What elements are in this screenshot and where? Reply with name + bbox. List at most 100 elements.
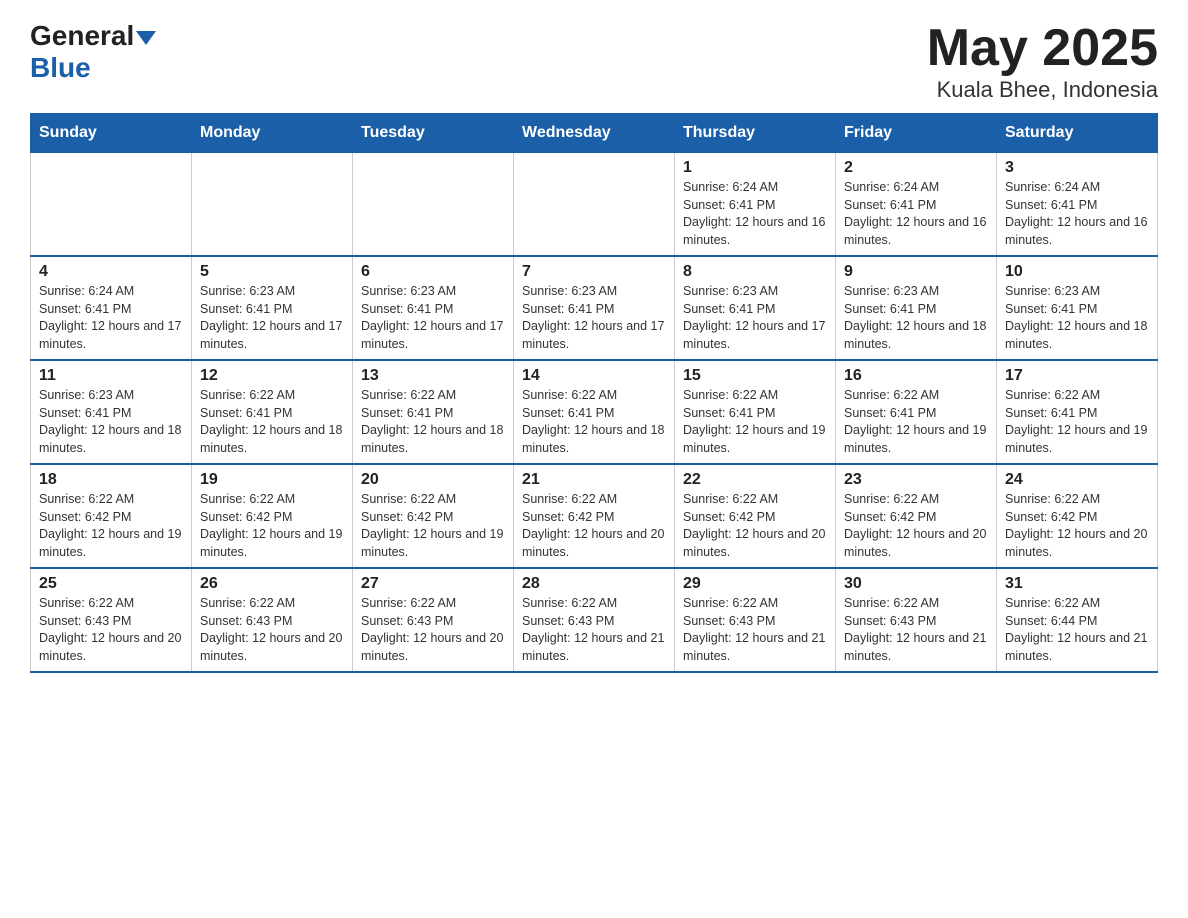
calendar-day-cell: 31 Sunrise: 6:22 AMSunset: 6:44 PMDayligh…	[997, 568, 1158, 672]
day-number: 23	[844, 471, 988, 489]
day-number: 19	[200, 471, 344, 489]
day-info: Sunrise: 6:22 AMSunset: 6:43 PMDaylight:…	[683, 595, 827, 665]
day-info: Sunrise: 6:24 AMSunset: 6:41 PMDaylight:…	[1005, 179, 1149, 249]
page-header: General Blue May 2025 Kuala Bhee, Indone…	[30, 20, 1158, 103]
calendar-day-cell: 23 Sunrise: 6:22 AMSunset: 6:42 PMDayligh…	[836, 464, 997, 568]
calendar-day-cell: 18 Sunrise: 6:22 AMSunset: 6:42 PMDayligh…	[31, 464, 192, 568]
calendar-day-cell	[31, 153, 192, 257]
calendar-day-cell: 12Sunrise: 6:22 AMSunset: 6:41 PMDayligh…	[192, 360, 353, 464]
day-of-week-header: Wednesday	[514, 114, 675, 153]
day-info: Sunrise: 6:22 AMSunset: 6:42 PMDaylight:…	[683, 491, 827, 561]
day-number: 2	[844, 159, 988, 177]
day-info: Sunrise: 6:22 AMSunset: 6:43 PMDaylight:…	[39, 595, 183, 665]
day-info: Sunrise: 6:22 AMSunset: 6:43 PMDaylight:…	[361, 595, 505, 665]
calendar-day-cell: 8Sunrise: 6:23 AMSunset: 6:41 PMDaylight…	[675, 256, 836, 360]
calendar-day-cell: 15 Sunrise: 6:22 AMSunset: 6:41 PMDayligh…	[675, 360, 836, 464]
day-info: Sunrise: 6:23 AMSunset: 6:41 PMDaylight:…	[844, 283, 988, 353]
calendar-table: SundayMondayTuesdayWednesdayThursdayFrid…	[30, 113, 1158, 673]
day-info: Sunrise: 6:22 AMSunset: 6:43 PMDaylight:…	[200, 595, 344, 665]
day-number: 16	[844, 367, 988, 385]
day-number: 13	[361, 367, 505, 385]
day-number: 4	[39, 263, 183, 281]
calendar-day-cell: 24Sunrise: 6:22 AMSunset: 6:42 PMDayligh…	[997, 464, 1158, 568]
calendar-week-row: 1 Sunrise: 6:24 AMSunset: 6:41 PMDaylight…	[31, 153, 1158, 257]
day-info: Sunrise: 6:22 AMSunset: 6:42 PMDaylight:…	[844, 491, 988, 561]
calendar-day-cell: 13 Sunrise: 6:22 AMSunset: 6:41 PMDayligh…	[353, 360, 514, 464]
calendar-week-row: 18 Sunrise: 6:22 AMSunset: 6:42 PMDayligh…	[31, 464, 1158, 568]
day-info: Sunrise: 6:22 AMSunset: 6:41 PMDaylight:…	[683, 387, 827, 457]
day-number: 15	[683, 367, 827, 385]
calendar-week-row: 11 Sunrise: 6:23 AMSunset: 6:41 PMDayligh…	[31, 360, 1158, 464]
calendar-day-cell: 25 Sunrise: 6:22 AMSunset: 6:43 PMDayligh…	[31, 568, 192, 672]
day-number: 24	[1005, 471, 1149, 489]
calendar-day-cell: 28Sunrise: 6:22 AMSunset: 6:43 PMDayligh…	[514, 568, 675, 672]
calendar-day-cell: 14Sunrise: 6:22 AMSunset: 6:41 PMDayligh…	[514, 360, 675, 464]
calendar-day-cell: 1Sunrise: 6:24 AMSunset: 6:41 PMDaylight…	[675, 153, 836, 257]
day-number: 10	[1005, 263, 1149, 281]
logo-arrow-icon	[136, 31, 156, 45]
day-number: 14	[522, 367, 666, 385]
calendar-day-cell: 27 Sunrise: 6:22 AMSunset: 6:43 PMDayligh…	[353, 568, 514, 672]
day-info: Sunrise: 6:23 AMSunset: 6:41 PMDaylight:…	[39, 387, 183, 457]
day-number: 1	[683, 159, 827, 177]
calendar-header-row: SundayMondayTuesdayWednesdayThursdayFrid…	[31, 114, 1158, 153]
day-of-week-header: Friday	[836, 114, 997, 153]
day-of-week-header: Saturday	[997, 114, 1158, 153]
calendar-day-cell: 2 Sunrise: 6:24 AMSunset: 6:41 PMDaylight…	[836, 153, 997, 257]
calendar-title: May 2025	[927, 20, 1158, 77]
logo-general-text: General	[30, 20, 134, 52]
day-info: Sunrise: 6:22 AMSunset: 6:42 PMDaylight:…	[39, 491, 183, 561]
day-info: Sunrise: 6:22 AMSunset: 6:44 PMDaylight:…	[1005, 595, 1149, 665]
day-number: 6	[361, 263, 505, 281]
calendar-day-cell	[514, 153, 675, 257]
day-info: Sunrise: 6:22 AMSunset: 6:41 PMDaylight:…	[361, 387, 505, 457]
day-info: Sunrise: 6:24 AMSunset: 6:41 PMDaylight:…	[39, 283, 183, 353]
day-info: Sunrise: 6:23 AMSunset: 6:41 PMDaylight:…	[200, 283, 344, 353]
day-number: 21	[522, 471, 666, 489]
calendar-day-cell: 19 Sunrise: 6:22 AMSunset: 6:42 PMDayligh…	[192, 464, 353, 568]
day-of-week-header: Monday	[192, 114, 353, 153]
day-of-week-header: Thursday	[675, 114, 836, 153]
calendar-day-cell: 22 Sunrise: 6:22 AMSunset: 6:42 PMDayligh…	[675, 464, 836, 568]
day-info: Sunrise: 6:24 AMSunset: 6:41 PMDaylight:…	[844, 179, 988, 249]
calendar-day-cell: 7Sunrise: 6:23 AMSunset: 6:41 PMDaylight…	[514, 256, 675, 360]
day-number: 7	[522, 263, 666, 281]
calendar-day-cell: 11 Sunrise: 6:23 AMSunset: 6:41 PMDayligh…	[31, 360, 192, 464]
day-info: Sunrise: 6:23 AMSunset: 6:41 PMDaylight:…	[361, 283, 505, 353]
day-number: 5	[200, 263, 344, 281]
calendar-subtitle: Kuala Bhee, Indonesia	[927, 77, 1158, 103]
day-info: Sunrise: 6:22 AMSunset: 6:43 PMDaylight:…	[522, 595, 666, 665]
day-info: Sunrise: 6:23 AMSunset: 6:41 PMDaylight:…	[1005, 283, 1149, 353]
day-info: Sunrise: 6:22 AMSunset: 6:42 PMDaylight:…	[200, 491, 344, 561]
day-number: 11	[39, 367, 183, 385]
day-number: 27	[361, 575, 505, 593]
day-info: Sunrise: 6:22 AMSunset: 6:41 PMDaylight:…	[844, 387, 988, 457]
day-info: Sunrise: 6:22 AMSunset: 6:41 PMDaylight:…	[200, 387, 344, 457]
day-of-week-header: Sunday	[31, 114, 192, 153]
calendar-day-cell	[353, 153, 514, 257]
day-number: 3	[1005, 159, 1149, 177]
calendar-day-cell: 20Sunrise: 6:22 AMSunset: 6:42 PMDayligh…	[353, 464, 514, 568]
day-of-week-header: Tuesday	[353, 114, 514, 153]
day-number: 22	[683, 471, 827, 489]
day-number: 26	[200, 575, 344, 593]
day-number: 29	[683, 575, 827, 593]
day-info: Sunrise: 6:22 AMSunset: 6:43 PMDaylight:…	[844, 595, 988, 665]
calendar-week-row: 25 Sunrise: 6:22 AMSunset: 6:43 PMDayligh…	[31, 568, 1158, 672]
calendar-day-cell: 29 Sunrise: 6:22 AMSunset: 6:43 PMDayligh…	[675, 568, 836, 672]
calendar-week-row: 4 Sunrise: 6:24 AMSunset: 6:41 PMDaylight…	[31, 256, 1158, 360]
calendar-day-cell: 21Sunrise: 6:22 AMSunset: 6:42 PMDayligh…	[514, 464, 675, 568]
calendar-day-cell: 30 Sunrise: 6:22 AMSunset: 6:43 PMDayligh…	[836, 568, 997, 672]
day-number: 17	[1005, 367, 1149, 385]
day-info: Sunrise: 6:22 AMSunset: 6:42 PMDaylight:…	[361, 491, 505, 561]
day-number: 30	[844, 575, 988, 593]
logo-blue-text: Blue	[30, 52, 91, 84]
day-number: 31	[1005, 575, 1149, 593]
day-number: 25	[39, 575, 183, 593]
calendar-day-cell: 10 Sunrise: 6:23 AMSunset: 6:41 PMDayligh…	[997, 256, 1158, 360]
day-info: Sunrise: 6:23 AMSunset: 6:41 PMDaylight:…	[683, 283, 827, 353]
calendar-day-cell: 9 Sunrise: 6:23 AMSunset: 6:41 PMDaylight…	[836, 256, 997, 360]
day-number: 18	[39, 471, 183, 489]
calendar-day-cell: 6 Sunrise: 6:23 AMSunset: 6:41 PMDaylight…	[353, 256, 514, 360]
day-number: 9	[844, 263, 988, 281]
